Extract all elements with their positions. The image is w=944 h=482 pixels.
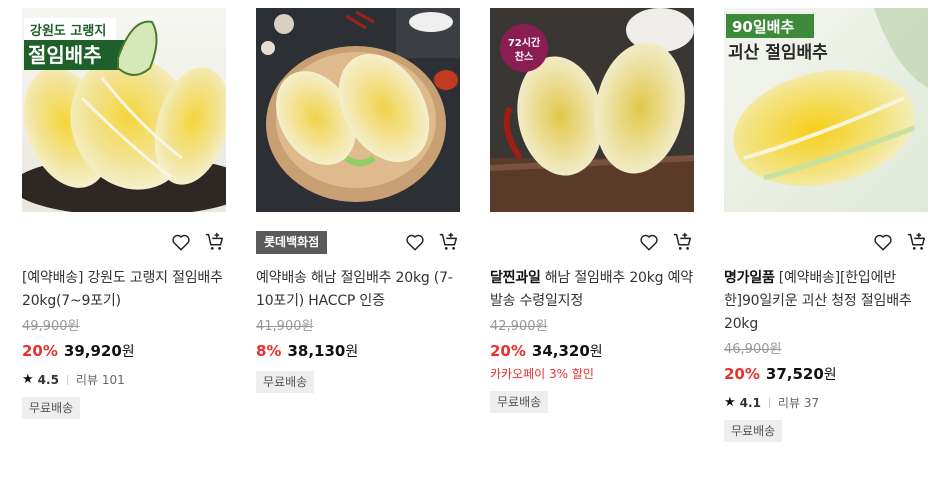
heart-icon[interactable] <box>872 231 894 253</box>
product-actions <box>490 231 696 253</box>
star-icon: ★ <box>724 395 736 410</box>
sale-price: 34,320 <box>531 342 590 360</box>
free-shipping-badge: 무료배송 <box>490 391 549 413</box>
divider <box>66 375 68 385</box>
discount-rate: 8% <box>256 342 282 360</box>
review-count[interactable]: 리뷰 37 <box>778 394 819 412</box>
rating-score: 4.5 <box>37 373 59 387</box>
product-title[interactable]: [예약배송] 강원도 고랭지 절임배추 20kg(7~9포기) <box>22 267 228 313</box>
original-price: 42,900원 <box>490 319 548 334</box>
cart-icon[interactable] <box>438 231 460 253</box>
product-actions <box>22 231 228 253</box>
sale-price-row: 8% 38,130원 <box>256 339 462 363</box>
product-card: 72시간 찬스 달찐과일 해남 절임배추 20kg 예약발송 수령일지정 42,9… <box>490 8 696 413</box>
product-title[interactable]: 명가일품 [예약배송][한입에반한]90일키운 괴산 청정 절임배추 20kg <box>724 267 930 336</box>
product-card: 강원도 고랭지 절임배추 [예약배송] 강원도 고랭지 절임배추 20kg(7~… <box>22 8 228 419</box>
image-caption-line2: 찬스 <box>515 50 533 63</box>
discount-rate: 20% <box>724 365 760 383</box>
product-image[interactable] <box>256 8 460 212</box>
currency-unit: 원 <box>345 344 359 360</box>
image-caption-line2: 절임배추 <box>28 43 102 67</box>
sale-price: 39,920 <box>63 342 122 360</box>
product-actions: 롯데백화점 <box>256 231 462 254</box>
sale-price-row: 20% 37,520원 <box>724 362 930 386</box>
currency-unit: 원 <box>823 367 837 383</box>
cart-icon[interactable] <box>672 231 694 253</box>
brand-name[interactable]: 달찐과일 <box>490 270 541 286</box>
rating-row: ★ 4.5 리뷰 101 <box>22 371 228 389</box>
brand-name[interactable]: 명가일품 <box>724 270 775 286</box>
divider <box>768 398 770 408</box>
sale-price: 37,520 <box>765 365 824 383</box>
product-image[interactable]: 72시간 찬스 <box>490 8 694 212</box>
heart-icon[interactable] <box>170 231 192 253</box>
currency-unit: 원 <box>121 344 135 360</box>
store-chip[interactable]: 롯데백화점 <box>256 231 328 254</box>
original-price: 49,900원 <box>22 319 80 334</box>
image-caption-line2: 괴산 절임배추 <box>728 42 828 63</box>
sale-price: 38,130 <box>287 342 346 360</box>
heart-icon[interactable] <box>638 231 660 253</box>
sale-price-row: 20% 34,320원 <box>490 339 696 363</box>
product-actions <box>724 231 930 253</box>
image-caption-line1: 72시간 <box>508 36 541 49</box>
product-title[interactable]: 예약배송 해남 절임배추 20kg (7-10포기) HACCP 인증 <box>256 267 462 313</box>
discount-rate: 20% <box>490 342 526 360</box>
product-image[interactable]: 강원도 고랭지 절임배추 <box>22 8 226 212</box>
original-price: 41,900원 <box>256 319 314 334</box>
free-shipping-badge: 무료배송 <box>256 371 315 393</box>
original-price: 46,900원 <box>724 342 782 357</box>
cart-icon[interactable] <box>204 231 226 253</box>
currency-unit: 원 <box>589 344 603 360</box>
free-shipping-badge: 무료배송 <box>22 397 81 419</box>
cart-icon[interactable] <box>906 231 928 253</box>
rating-row: ★ 4.1 리뷰 37 <box>724 394 930 412</box>
rating-score: 4.1 <box>739 396 761 410</box>
star-icon: ★ <box>22 372 34 387</box>
product-title[interactable]: 달찐과일 해남 절임배추 20kg 예약발송 수령일지정 <box>490 267 696 313</box>
image-caption-line1: 90일배추 <box>732 18 794 36</box>
product-grid: 강원도 고랭지 절임배추 [예약배송] 강원도 고랭지 절임배추 20kg(7~… <box>0 0 944 482</box>
product-card: 롯데백화점 예약배송 해남 절임배추 20kg (7-10포기) HACCP 인… <box>256 8 462 393</box>
product-title-text[interactable]: 예약배송 해남 절임배추 20kg (7-10포기) HACCP 인증 <box>256 270 453 309</box>
sale-price-row: 20% 39,920원 <box>22 339 228 363</box>
product-title-text[interactable]: [예약배송] 강원도 고랭지 절임배추 20kg(7~9포기) <box>22 270 223 309</box>
review-count[interactable]: 리뷰 101 <box>76 371 125 389</box>
discount-rate: 20% <box>22 342 58 360</box>
payment-promo: 카카오페이 3% 할인 <box>490 367 594 381</box>
heart-icon[interactable] <box>404 231 426 253</box>
image-caption-line1: 강원도 고랭지 <box>30 23 106 39</box>
product-card: 90일배추 괴산 절임배추 명가일품 [예약배송][한입에반한]90일키운 괴산 … <box>724 8 930 442</box>
product-image[interactable]: 90일배추 괴산 절임배추 <box>724 8 928 212</box>
free-shipping-badge: 무료배송 <box>724 420 783 442</box>
